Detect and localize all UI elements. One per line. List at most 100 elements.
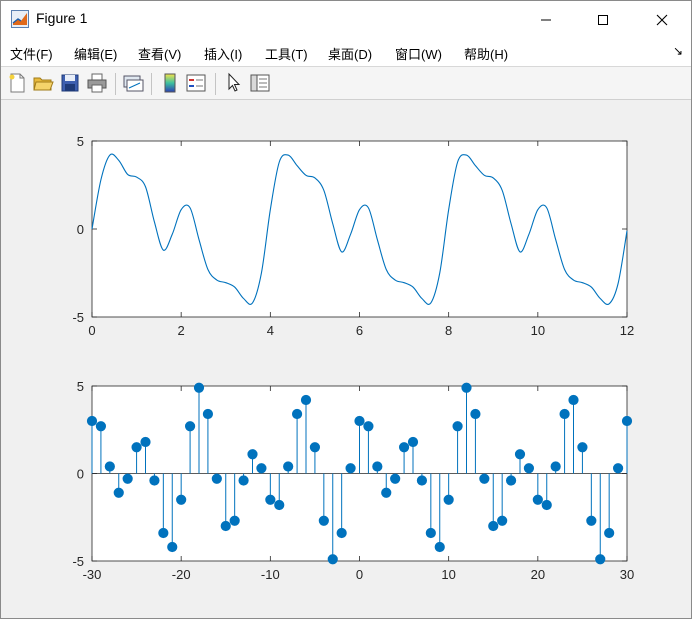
menu-insert[interactable]: 插入(I) [204, 44, 242, 63]
stem-marker [300, 394, 312, 406]
menu-bar: 文件(F) 编辑(E) 查看(V) 插入(I) 工具(T) 桌面(D) 窗口(W… [1, 38, 691, 66]
stem-marker [523, 463, 535, 474]
toolbar-separator [115, 73, 116, 95]
minimize-button[interactable] [523, 1, 569, 38]
y-tick-label: 5 [77, 379, 84, 394]
stem-marker [470, 408, 481, 420]
maximize-icon [598, 14, 608, 25]
menu-dock-arrow-icon[interactable]: ↘ [673, 44, 683, 58]
pointer-icon[interactable] [223, 72, 245, 94]
stem-marker [390, 473, 401, 484]
menu-help[interactable]: 帮助(H) [464, 44, 508, 63]
stem-marker [158, 527, 169, 539]
title-bar[interactable]: Figure 1 [1, 1, 691, 38]
stem-marker [318, 515, 329, 526]
stem-marker [247, 449, 258, 460]
stem-marker [193, 382, 205, 393]
stem-marker [372, 461, 383, 472]
stem-marker [407, 436, 419, 448]
menu-view[interactable]: 查看(V) [138, 44, 181, 63]
y-tick-label: -5 [72, 310, 84, 325]
menu-tools[interactable]: 工具(T) [265, 44, 308, 63]
stem-marker [229, 515, 240, 526]
x-tick-label: 30 [620, 567, 634, 582]
stem-marker [434, 541, 445, 553]
stem-marker [559, 408, 570, 420]
maximize-button[interactable] [580, 1, 626, 38]
x-tick-label: 6 [356, 323, 363, 338]
stem-marker [327, 554, 338, 565]
x-tick-label: -10 [261, 567, 280, 582]
stem-marker [167, 541, 178, 553]
stem-marker [425, 527, 436, 539]
stem-marker [505, 475, 517, 486]
x-tick-label: 10 [531, 323, 545, 338]
matlab-icon [11, 10, 29, 28]
stem-marker [131, 442, 142, 453]
colorbar-icon[interactable] [159, 72, 181, 94]
save-icon[interactable] [59, 72, 81, 94]
toolbar-separator [151, 73, 152, 95]
property-inspector-icon[interactable] [249, 72, 271, 94]
menu-window[interactable]: 窗口(W) [395, 44, 442, 63]
stem-marker [202, 408, 214, 420]
plot-area [91, 140, 628, 318]
x-tick-label: -20 [172, 567, 191, 582]
stem-marker [568, 394, 579, 406]
stem-marker [612, 463, 624, 474]
stem-marker [140, 436, 151, 448]
new-figure-icon[interactable] [6, 72, 28, 94]
stem-marker [149, 475, 160, 486]
x-tick-label: 20 [531, 567, 545, 582]
y-tick-label: -5 [72, 554, 84, 569]
stem-plot-axes[interactable]: -30 -20 -10 0 10 20 30 -5 0 5 [72, 379, 634, 582]
stem-marker [122, 473, 133, 484]
x-tick-label: 0 [88, 323, 95, 338]
stem-marker [416, 475, 428, 486]
stem-marker [550, 461, 561, 472]
stem-marker [488, 520, 499, 532]
menu-desktop[interactable]: 桌面(D) [328, 44, 372, 63]
stem-marker [443, 494, 454, 505]
link-plot-icon[interactable] [122, 72, 144, 94]
stem-marker [452, 421, 463, 432]
stem-marker [113, 487, 124, 498]
stem-marker [354, 415, 365, 427]
x-tick-label: 12 [620, 323, 634, 338]
stem-marker [532, 494, 543, 505]
stem-marker [541, 499, 552, 511]
stem-marker [104, 461, 115, 472]
window-title: Figure 1 [36, 10, 88, 26]
stem-marker [497, 515, 508, 526]
stem-marker [577, 442, 588, 453]
stem-marker [363, 421, 374, 432]
print-icon[interactable] [86, 72, 108, 94]
stem-marker [621, 415, 633, 427]
stem-marker [381, 487, 392, 498]
menu-edit[interactable]: 编辑(E) [74, 44, 117, 63]
close-icon [656, 14, 668, 25]
line-plot-axes[interactable]: 0 2 4 6 8 10 12 -5 0 5 [72, 134, 634, 338]
legend-icon[interactable] [185, 72, 207, 94]
stem-marker [309, 442, 321, 453]
x-tick-label: 0 [356, 567, 363, 582]
stem-marker [274, 499, 285, 511]
stem-marker [184, 421, 196, 432]
stem-marker [336, 527, 347, 539]
close-button[interactable] [639, 1, 685, 38]
open-file-icon[interactable] [32, 72, 54, 94]
menu-file[interactable]: 文件(F) [10, 44, 53, 63]
stem-marker [479, 473, 490, 484]
stem-marker [595, 554, 606, 565]
figure-window: Figure 1 文件(F) 编辑(E) 查看(V) 插入(I) 工具(T) 桌… [0, 0, 692, 619]
stem-marker [291, 408, 303, 420]
stem-marker [95, 421, 107, 432]
stem-marker [604, 527, 615, 539]
x-tick-label: 8 [445, 323, 452, 338]
stem-marker [238, 475, 249, 486]
toolbar-separator [215, 73, 216, 95]
x-tick-label: 2 [178, 323, 185, 338]
stem-marker [398, 442, 410, 453]
stem-marker [220, 520, 231, 532]
stem-marker [461, 382, 472, 393]
